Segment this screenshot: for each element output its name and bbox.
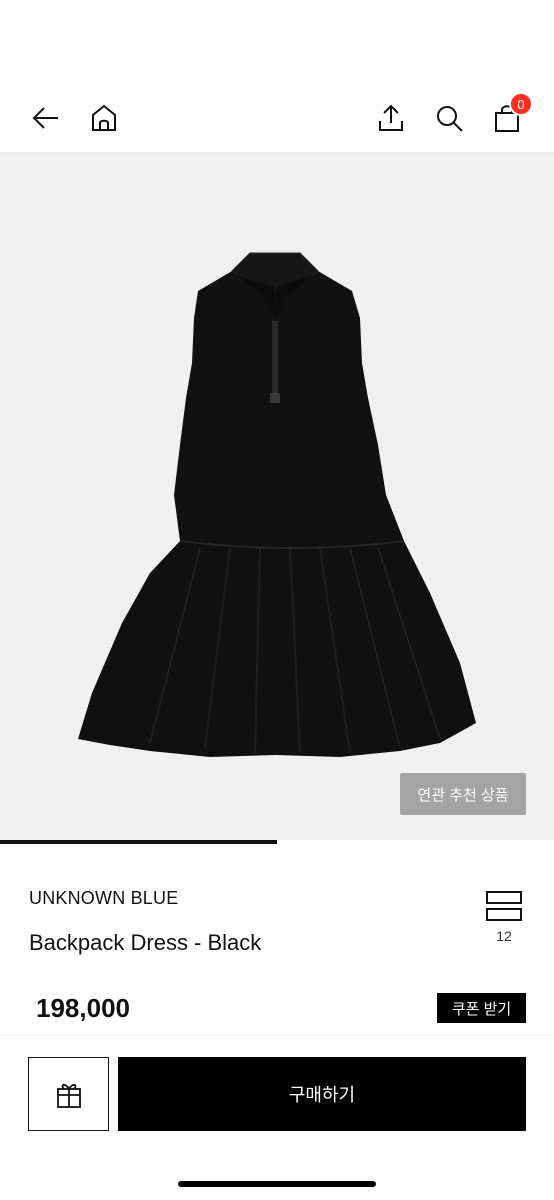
buy-button[interactable]: 구매하기 (118, 1057, 526, 1131)
related-products-button[interactable]: 연관 추천 상품 (400, 773, 526, 815)
top-nav: 0 (0, 84, 554, 152)
brand-name[interactable]: UNKNOWN BLUE (29, 888, 178, 909)
home-button[interactable] (84, 98, 124, 138)
product-image-gallery[interactable]: 연관 추천 상품 (0, 153, 554, 840)
cart-count-badge: 0 (509, 92, 533, 116)
search-icon (437, 106, 463, 132)
like-count: 12 (496, 928, 512, 944)
home-indicator (178, 1181, 376, 1187)
bookmark-icon (486, 891, 522, 921)
coupon-button[interactable]: 쿠폰 받기 (437, 993, 526, 1023)
search-button[interactable] (429, 98, 469, 138)
share-icon (379, 104, 403, 131)
arrow-left-icon (32, 107, 58, 129)
share-button[interactable] (371, 98, 411, 138)
gallery-progress-fill (0, 840, 277, 844)
product-price: 198,000 (36, 993, 130, 1023)
gallery-progress-bar (0, 840, 554, 844)
gift-button[interactable] (28, 1057, 109, 1131)
product-name: Backpack Dress - Black (29, 930, 262, 955)
product-image (78, 252, 476, 757)
home-icon (92, 104, 116, 131)
gift-icon (56, 1083, 81, 1108)
cart-button[interactable]: 0 (487, 92, 533, 138)
back-button[interactable] (26, 98, 66, 138)
like-button[interactable]: 12 (484, 890, 524, 950)
info-divider (0, 1035, 554, 1036)
